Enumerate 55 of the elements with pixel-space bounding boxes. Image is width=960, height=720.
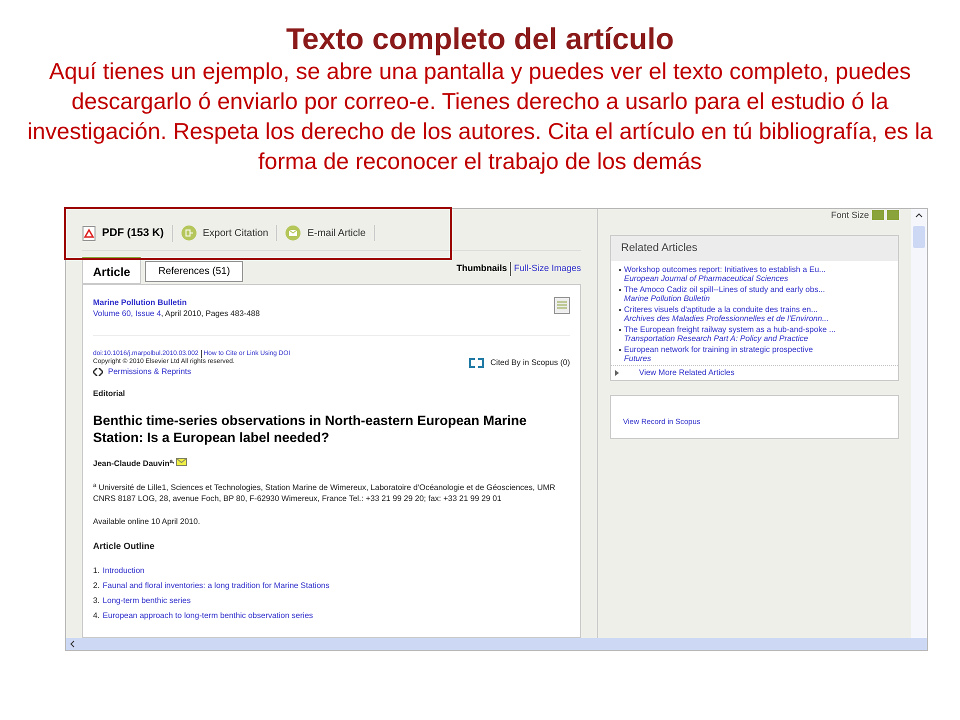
cited-by-text: Cited By in Scopus (0) — [490, 356, 570, 368]
scroll-thumb[interactable] — [913, 226, 925, 248]
author-name: Jean-Claude Dauvin$^{a,}$ — [93, 458, 174, 470]
envelope-icon — [176, 458, 188, 466]
vertical-scrollbar[interactable] — [911, 209, 927, 638]
document-icon — [554, 296, 570, 314]
affiliation-text: $^{a}$ Université de Lille1, Sciences et Technologies, Station Marine de Wimereux, Laboratoire d'Océanologie et de Géosciences, UMR CNRS 8187 LOG, 28, avenue Foch, BP 80, F-62930 Wimereux, France Tel.: +33 21 99 29 20; fax: +33 21 99 29 01 — [93, 482, 556, 504]
arrows-icon — [93, 368, 103, 376]
section-label: Editorial — [93, 388, 126, 400]
toolbar-link[interactable]: E-mail Article — [307, 226, 366, 241]
related-articles-title: Related Articles — [611, 236, 898, 260]
thumbnails-link[interactable]: Thumbnails — [456, 262, 511, 276]
tab[interactable]: References (51) — [145, 260, 244, 282]
outline-link[interactable]: European approach to long-term benthic observation series — [102, 610, 314, 622]
volume-link[interactable]: Volume 60, Issue 4 — [93, 308, 162, 318]
outline-number: 1. — [93, 565, 100, 577]
related-article-source: Futures — [624, 354, 652, 362]
related-article-source: Marine Pollution Bulletin — [624, 294, 710, 302]
envelope-icon — [285, 225, 302, 242]
outline-number: 2. — [93, 580, 100, 592]
full-size-images-link[interactable]: Full-Size Images — [514, 262, 581, 276]
outline-link[interactable]: Long-term benthic series — [102, 595, 191, 607]
view-more-link[interactable]: View More Related Articles — [639, 366, 734, 378]
related-article-source: European Journal of Pharmaceutical Sciences — [624, 274, 790, 282]
export-icon — [180, 225, 197, 242]
related-article-link[interactable]: Workshop outcomes report: Initiatives to establish a Eu... — [624, 264, 826, 274]
outline-link[interactable]: Faunal and floral inventories: a long tradition for Marine Stations — [102, 580, 330, 592]
slide-text: Aquí tienes un ejemplo, se abre una pantalla y puedes ver el texto completo, puedes descargarlo ó enviarlo por correo-e. Tienes derecho a usarlo para el estudio ó la investigación. Respeta los derecho de los autores. Cita el artículo en tú bibliografía, es la forma de reconocer el trabajo de los demás — [26, 57, 934, 176]
permissions-link[interactable]: Permissions & Reprints — [108, 368, 192, 376]
tab[interactable]: Article — [82, 256, 142, 284]
journal-link[interactable]: Marine Pollution Bulletin — [93, 296, 187, 308]
increase-font-button[interactable] — [887, 210, 899, 220]
related-article-link[interactable]: European network for training in strategic prospective — [624, 344, 813, 354]
outline-link[interactable]: Introduction — [102, 565, 144, 577]
related-article-link[interactable]: The European freight railway system as a hub-and-spoke ... — [624, 324, 836, 334]
related-article-source: Archives des Maladies Professionnelles et de l'Environn... — [624, 314, 829, 322]
available-date: Available online 10 April 2010. — [93, 516, 202, 528]
issue-details: , April 2010, Pages 483-488 — [161, 308, 260, 318]
related-article-link[interactable]: Criteres visuels d'aptitude a la conduite des trains en... — [624, 304, 829, 314]
horizontal-scrollbar[interactable] — [66, 638, 927, 650]
related-article-link[interactable]: The Amoco Cadiz oil spill--Lines of study and early obs... — [624, 284, 825, 294]
scroll-up-icon — [915, 213, 923, 218]
font-size-label: Font Size — [830, 210, 869, 220]
related-article-source: Transportation Research Part A: Policy and Practice — [624, 334, 808, 342]
expand-arrow-icon — [615, 370, 619, 376]
outline-heading: Article Outline — [93, 540, 156, 552]
scroll-left-icon — [70, 640, 75, 648]
article-title: Benthic time-series observations in North-eastern European Marine Station: Is a European label needed? — [93, 412, 528, 446]
outline-number: 4. — [93, 610, 100, 622]
slide-title: Texto completo del artículo — [286, 24, 674, 56]
outline-number: 3. — [93, 595, 100, 607]
decrease-font-button[interactable] — [872, 210, 884, 220]
toolbar-link[interactable]: PDF (153 K) — [102, 225, 164, 242]
toolbar-link[interactable]: Export Citation — [202, 226, 268, 241]
pdf-file-icon — [82, 226, 96, 241]
